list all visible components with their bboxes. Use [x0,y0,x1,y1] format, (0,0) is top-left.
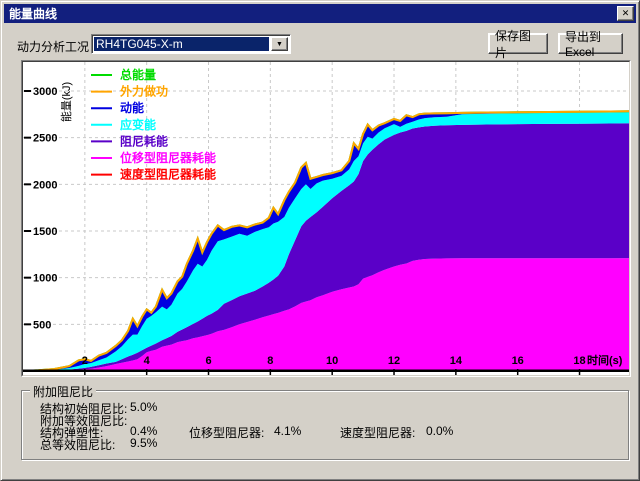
close-icon: ✕ [622,8,630,19]
x-axis-title: 时间(s) [587,353,623,367]
legend-label: 总能量 [120,67,156,82]
x-tick-label: 8 [267,355,273,367]
save-image-button[interactable]: 保存图片 [488,33,548,54]
additional-damping-groupbox: 附加阻尼比 结构初始阻尼比: 5.0% 附加等效阻尼比: 结构弹塑性: 0.4%… [21,390,629,460]
y-tick-label: 2500 [33,133,57,145]
legend-label: 应变能 [120,117,156,132]
dropdown-button[interactable]: ▼ [271,37,288,51]
condition-dropdown[interactable]: RH4TG045-X-m ▼ [91,34,291,54]
chart-panel: 2 4 6 8 10 12 14 16 18时间(s) 500 1000 1500 2000 2500 30… [21,60,631,377]
velocity-damper-value: 0.0% [426,424,453,438]
x-tick-label: 18 [573,355,585,367]
legend-label: 位移型阻尼器耗能 [120,150,216,165]
condition-label: 动力分析工况 [17,38,89,55]
total-damping-label: 总等效阻尼比: [40,436,115,453]
x-axis-line [23,370,629,373]
chevron-down-icon: ▼ [276,41,283,48]
energy-curve-dialog: 能量曲线 ✕ 动力分析工况 RH4TG045-X-m ▼ 保存图片 导出到Exc… [0,0,640,481]
y-tick-label: 3000 [33,86,57,98]
x-tick-label: 12 [388,355,400,367]
displacement-damper-value: 4.1% [274,424,301,438]
y-tick-label: 500 [33,319,51,331]
x-tick-label: 4 [144,355,151,367]
legend-label: 动能 [120,100,144,115]
y-axis-title: 能量(kJ) [59,82,73,122]
groupbox-title: 附加阻尼比 [30,383,96,400]
initial-damping-value: 5.0% [130,400,157,414]
export-excel-button[interactable]: 导出到Excel [558,33,623,54]
chart-plot-area: 2 4 6 8 10 12 14 16 18时间(s) 500 1000 1500 2000 2500 30… [22,61,630,376]
window-title: 能量曲线 [9,5,57,22]
legend-label: 外力做功 [120,84,168,99]
x-tick-label: 14 [450,355,463,367]
close-button[interactable]: ✕ [617,6,634,21]
x-tick-label: 10 [326,355,338,367]
x-tick-label: 6 [205,355,211,367]
total-damping-value: 9.5% [130,436,157,450]
x-tick-label: 16 [512,355,524,367]
y-tick-label: 1000 [33,273,57,285]
energy-chart: 2 4 6 8 10 12 14 16 18时间(s) 500 1000 1500 2000 2500 30… [23,62,629,375]
legend-label: 阻尼耗能 [120,133,168,148]
legend-label: 速度型阻尼器耗能 [120,167,216,182]
title-bar[interactable]: 能量曲线 ✕ [4,4,636,23]
velocity-damper-label: 速度型阻尼器: [340,424,415,441]
condition-selected-value: RH4TG045-X-m [94,37,269,51]
y-tick-label: 1500 [33,226,57,238]
displacement-damper-label: 位移型阻尼器: [189,424,264,441]
y-tick-label: 2000 [33,179,57,191]
x-tick-label: 2 [82,355,88,367]
